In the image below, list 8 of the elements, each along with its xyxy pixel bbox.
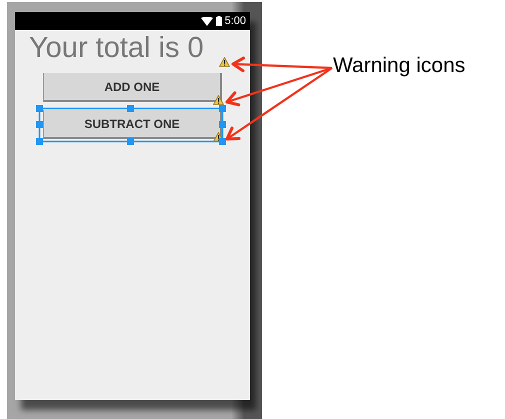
annotation-label: Warning icons bbox=[333, 54, 466, 78]
wifi-icon bbox=[200, 16, 213, 26]
action-button[interactable]: SUBTRACT ONE bbox=[43, 110, 222, 139]
total-text: Your total is 0 bbox=[29, 32, 204, 64]
action-button[interactable]: ADD ONE bbox=[43, 73, 222, 102]
selection-frame[interactable] bbox=[36, 105, 226, 145]
status-time: 5:00 bbox=[224, 15, 246, 27]
battery-icon bbox=[216, 16, 222, 26]
